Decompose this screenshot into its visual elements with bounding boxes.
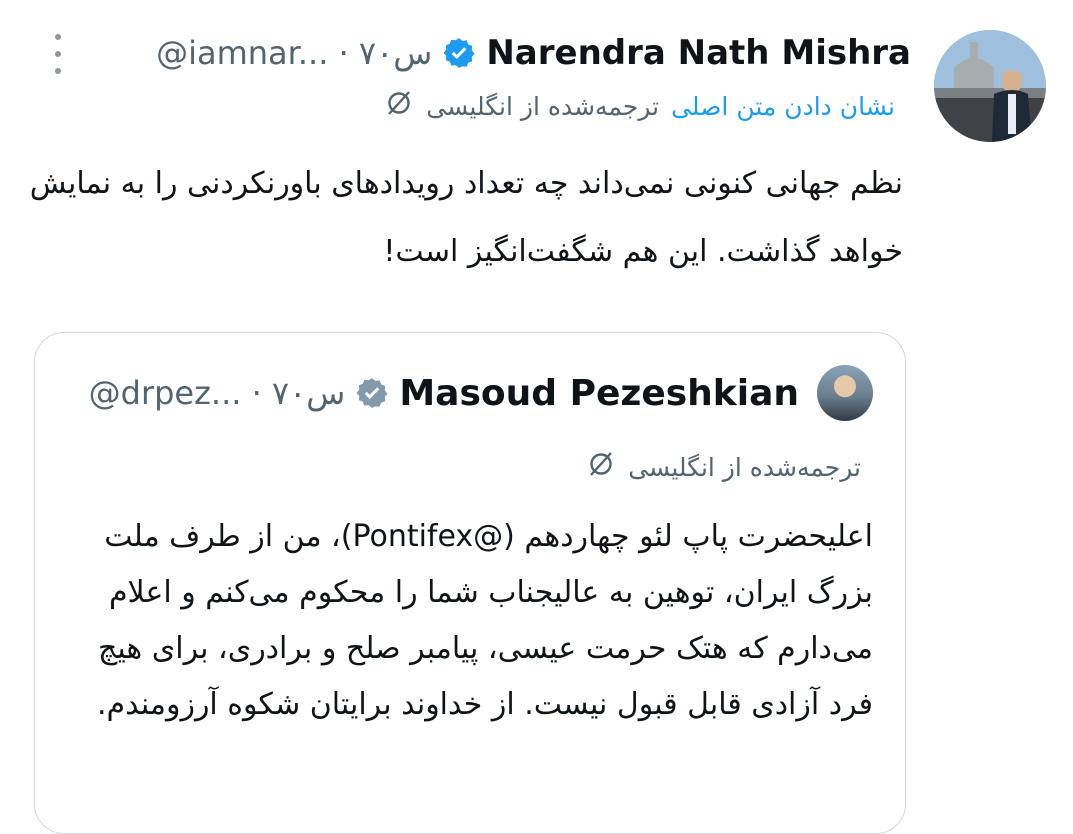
translated-label: ترجمه‌شده از انگلیسی — [426, 91, 660, 121]
quoted-tweet-card[interactable]: Masoud Pezeshkian @drpez... · ۷۰س ترجمه‌… — [34, 332, 906, 834]
quoted-author-name[interactable]: Masoud Pezeshkian — [399, 373, 799, 414]
translate-icon — [384, 88, 414, 124]
quoted-tweet-header: Masoud Pezeshkian @drpez... · ۷۰س — [89, 367, 799, 419]
more-dot — [55, 68, 61, 74]
quoted-translation-row: ترجمه‌شده از انگلیسی — [586, 447, 861, 487]
translation-row: ترجمه‌شده از انگلیسی نشان دادن متن اصلی — [384, 86, 895, 126]
verified-badge-icon[interactable] — [355, 376, 389, 410]
more-dot — [55, 34, 61, 40]
translate-icon — [586, 449, 616, 485]
quoted-tweet-text: اعلیحضرت پاپ لئو چهاردهم (@Pontifex)، من… — [96, 519, 873, 722]
quoted-translated-label: ترجمه‌شده از انگلیسی — [628, 452, 861, 482]
quoted-author-avatar[interactable] — [817, 365, 873, 421]
more-dot — [55, 51, 61, 57]
more-icon[interactable] — [48, 34, 68, 74]
avatar-photo — [934, 30, 1046, 142]
author-avatar[interactable] — [934, 30, 1046, 142]
handle-and-time[interactable]: @iamnar... · ۷۰س — [156, 34, 432, 72]
tweet-text: نظم جهانی کنونی نمی‌داند چه تعداد رویداد… — [29, 166, 903, 269]
quoted-handle-and-time[interactable]: @drpez... · ۷۰س — [89, 374, 346, 412]
show-original-link[interactable]: نشان دادن متن اصلی — [671, 92, 895, 121]
verified-badge-icon[interactable] — [442, 36, 476, 70]
author-name[interactable]: Narendra Nath Mishra — [486, 33, 911, 73]
tweet-header: Narendra Nath Mishra @iamnar... · ۷۰س — [156, 28, 911, 78]
